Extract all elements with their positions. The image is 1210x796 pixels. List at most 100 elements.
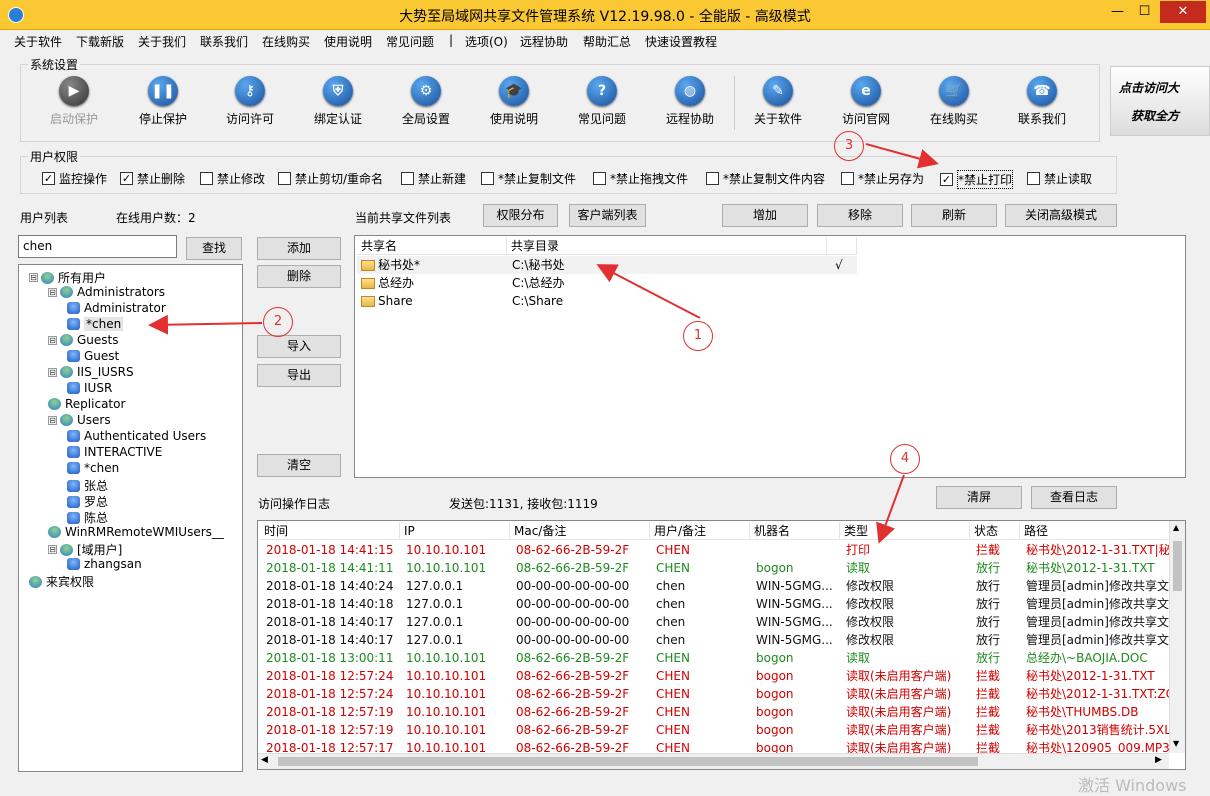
tree-node[interactable]: zhangsan bbox=[67, 557, 142, 571]
collapse-icon[interactable]: ⊟ bbox=[48, 335, 57, 345]
view-log-button[interactable]: 查看日志 bbox=[1031, 486, 1117, 509]
toolbar-button-1[interactable]: ❚❚ 停止保护 bbox=[127, 76, 199, 136]
tree-node[interactable]: ⊟ [域用户] bbox=[48, 541, 122, 558]
checked-box-icon[interactable]: ✓ bbox=[940, 173, 953, 186]
log-horizontal-scrollbar[interactable]: ◀ ▶ bbox=[258, 753, 1169, 769]
menu-faq[interactable]: 常见问题 bbox=[386, 33, 434, 50]
user-tree[interactable]: ⊟ 所有用户 ⊟ Administrators Administrator *chen ⊟ G… bbox=[18, 264, 243, 772]
log-column-header[interactable]: 路径 bbox=[1020, 522, 1170, 540]
log-column-header[interactable]: IP bbox=[400, 522, 510, 540]
add-share-button[interactable]: 增加 bbox=[722, 204, 808, 227]
tree-node[interactable]: ⊟ Administrators bbox=[48, 285, 165, 299]
permission-checkbox-6[interactable]: *禁止拖拽文件 bbox=[593, 170, 688, 187]
log-row[interactable]: 2018-01-18 14:41:15 10.10.10.101 08-62-66-… bbox=[258, 541, 1170, 559]
log-vertical-scrollbar[interactable]: ▲ ▼ bbox=[1169, 521, 1185, 753]
toolbar-button-0[interactable]: ▶ 启动保护 bbox=[38, 76, 110, 136]
tree-node[interactable]: Guest bbox=[67, 349, 119, 363]
menu-about[interactable]: 关于软件 bbox=[14, 33, 62, 50]
maximize-button[interactable]: ☐ bbox=[1131, 1, 1158, 23]
scroll-right-icon[interactable]: ▶ bbox=[1155, 755, 1162, 765]
collapse-icon[interactable]: ⊟ bbox=[48, 415, 57, 425]
close-advanced-mode-button[interactable]: 关闭高级模式 bbox=[1005, 204, 1117, 227]
user-search-input[interactable]: chen bbox=[18, 235, 177, 258]
tree-node[interactable]: 张总 bbox=[67, 477, 108, 494]
scroll-down-icon[interactable]: ▼ bbox=[1173, 739, 1179, 748]
toolbar-button-6[interactable]: ? 常见问题 bbox=[566, 76, 638, 136]
tree-node[interactable]: ⊟ Guests bbox=[48, 333, 119, 347]
share-mark-header[interactable] bbox=[827, 237, 857, 255]
permission-checkbox-10[interactable]: 禁止读取 bbox=[1027, 170, 1092, 187]
tree-node[interactable]: ⊟ IIS_IUSRS bbox=[48, 365, 134, 379]
permission-distribution-tab[interactable]: 权限分布 bbox=[483, 204, 558, 227]
log-row[interactable]: 2018-01-18 14:40:17 127.0.0.1 00-00-00-00-… bbox=[258, 613, 1170, 631]
toolbar-button-10[interactable]: 🛒 在线购买 bbox=[918, 76, 990, 136]
unchecked-box-icon[interactable] bbox=[200, 172, 213, 185]
toolbar-button-8[interactable]: ✎ 关于软件 bbox=[742, 76, 814, 136]
menu-manual[interactable]: 使用说明 bbox=[324, 33, 372, 50]
collapse-icon[interactable]: ⊟ bbox=[48, 367, 57, 377]
permission-checkbox-8[interactable]: *禁止另存为 bbox=[841, 170, 924, 187]
log-row[interactable]: 2018-01-18 14:40:24 127.0.0.1 00-00-00-00-… bbox=[258, 577, 1170, 595]
tree-node[interactable]: 来宾权限 bbox=[29, 573, 94, 590]
toolbar-button-4[interactable]: ⚙ 全局设置 bbox=[390, 76, 462, 136]
menu-download[interactable]: 下载新版 bbox=[76, 33, 124, 50]
share-row[interactable]: Share C:\Share bbox=[357, 292, 857, 310]
toolbar-button-11[interactable]: ☎ 联系我们 bbox=[1006, 76, 1078, 136]
tree-node[interactable]: Administrator bbox=[67, 301, 166, 315]
share-name-header[interactable]: 共享名 bbox=[357, 237, 507, 255]
scroll-up-icon[interactable]: ▲ bbox=[1173, 523, 1179, 532]
scroll-thumb[interactable] bbox=[1173, 541, 1182, 591]
permission-checkbox-0[interactable]: ✓ 监控操作 bbox=[42, 170, 107, 187]
remove-share-button[interactable]: 移除 bbox=[817, 204, 903, 227]
minimize-button[interactable]: — bbox=[1104, 1, 1131, 23]
toolbar-button-5[interactable]: 🎓 使用说明 bbox=[478, 76, 550, 136]
scroll-left-icon[interactable]: ◀ bbox=[261, 755, 268, 765]
log-row[interactable]: 2018-01-18 13:00:11 10.10.10.101 08-62-66-… bbox=[258, 649, 1169, 667]
tree-node[interactable]: ⊟ Users bbox=[48, 413, 111, 427]
tree-node[interactable]: INTERACTIVE bbox=[67, 445, 162, 459]
permission-checkbox-5[interactable]: *禁止复制文件 bbox=[481, 170, 576, 187]
permission-checkbox-2[interactable]: 禁止修改 bbox=[200, 170, 265, 187]
h-scroll-thumb[interactable] bbox=[278, 757, 978, 766]
checked-box-icon[interactable]: ✓ bbox=[120, 172, 133, 185]
import-button[interactable]: 导入 bbox=[257, 335, 341, 358]
permission-checkbox-4[interactable]: 禁止新建 bbox=[401, 170, 466, 187]
log-column-header[interactable]: 状态 bbox=[970, 522, 1020, 540]
log-column-header[interactable]: 类型 bbox=[840, 522, 970, 540]
log-row[interactable]: 2018-01-18 12:57:24 10.10.10.101 08-62-66-… bbox=[258, 667, 1169, 685]
permission-checkbox-9[interactable]: ✓ *禁止打印 bbox=[940, 170, 1014, 189]
add-user-button[interactable]: 添加 bbox=[257, 237, 341, 260]
refresh-button[interactable]: 刷新 bbox=[911, 204, 997, 227]
tree-node[interactable]: ⊟ 所有用户 bbox=[29, 269, 106, 286]
checked-box-icon[interactable]: ✓ bbox=[42, 172, 55, 185]
unchecked-box-icon[interactable] bbox=[706, 172, 719, 185]
export-button[interactable]: 导出 bbox=[257, 364, 341, 387]
share-row[interactable]: 秘书处* C:\秘书处 √ bbox=[357, 256, 857, 274]
menu-options[interactable]: 选项(O) bbox=[465, 33, 508, 50]
menu-quick-guide[interactable]: 快速设置教程 bbox=[645, 33, 717, 50]
tree-node[interactable]: *chen bbox=[67, 461, 119, 475]
menu-buy[interactable]: 在线购买 bbox=[262, 33, 310, 50]
tree-node[interactable]: 陈总 bbox=[67, 509, 108, 526]
log-row[interactable]: 2018-01-18 14:41:11 10.10.10.101 08-62-66-… bbox=[258, 559, 1169, 577]
clear-button[interactable]: 清空 bbox=[257, 454, 341, 477]
toolbar-button-2[interactable]: ⚷ 访问许可 bbox=[214, 76, 286, 136]
menu-about-us[interactable]: 关于我们 bbox=[138, 33, 186, 50]
share-row[interactable]: 总经办 C:\总经办 bbox=[357, 274, 857, 292]
log-row[interactable]: 2018-01-18 14:40:18 127.0.0.1 00-00-00-00-… bbox=[258, 595, 1170, 613]
tree-node[interactable]: 罗总 bbox=[67, 493, 108, 510]
log-row[interactable]: 2018-01-18 14:40:17 127.0.0.1 00-00-00-00-… bbox=[258, 631, 1170, 649]
log-column-header[interactable]: 时间 bbox=[260, 522, 400, 540]
find-button[interactable]: 查找 bbox=[186, 237, 242, 260]
permission-checkbox-1[interactable]: ✓ 禁止删除 bbox=[120, 170, 185, 187]
log-column-header[interactable]: 用户/备注 bbox=[650, 522, 750, 540]
unchecked-box-icon[interactable] bbox=[401, 172, 414, 185]
collapse-icon[interactable]: ⊟ bbox=[48, 545, 57, 554]
tree-node[interactable]: Authenticated Users bbox=[67, 429, 206, 443]
share-dir-header[interactable]: 共享目录 bbox=[507, 237, 827, 255]
toolbar-button-3[interactable]: ⛨ 绑定认证 bbox=[302, 76, 374, 136]
toolbar-button-9[interactable]: e 访问官网 bbox=[830, 76, 902, 136]
log-row[interactable]: 2018-01-18 12:57:24 10.10.10.101 08-62-66-… bbox=[258, 685, 1170, 703]
collapse-icon[interactable]: ⊟ bbox=[48, 287, 57, 297]
log-column-header[interactable]: Mac/备注 bbox=[510, 522, 650, 540]
